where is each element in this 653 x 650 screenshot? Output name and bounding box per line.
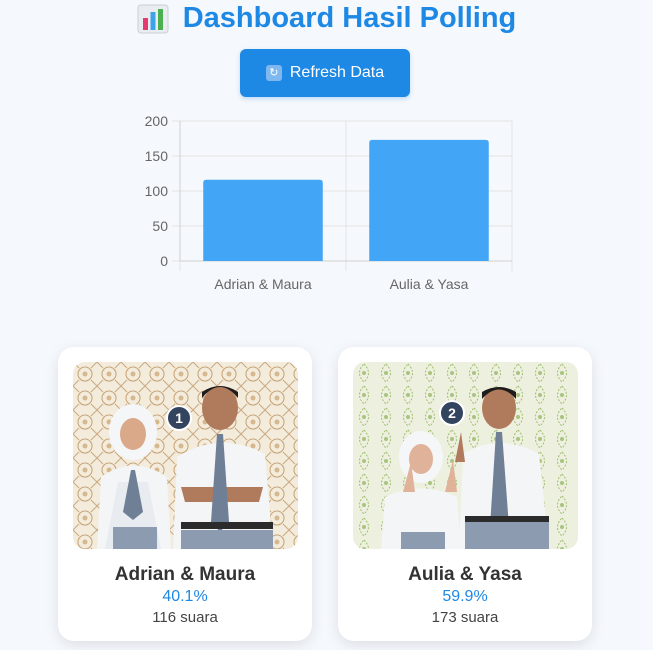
x-tick-label: Adrian & Maura [214, 276, 311, 292]
results-chart: 0 50 100 150 200 Adrian & Maura Aulia & Yasa [120, 108, 530, 298]
candidate-photo-1: 1 [73, 362, 298, 549]
bar-chart-icon [137, 4, 169, 33]
candidate-card-2: 2 Aulia & Yasa 59.9% 173 suara [338, 347, 592, 641]
page-title-text: Dashboard Hasil Polling [182, 2, 517, 34]
candidate-percent-2: 59.9% [442, 588, 488, 605]
candidate-name-2: Aulia & Yasa [408, 564, 522, 585]
refresh-data-label: Refresh Data [289, 64, 385, 81]
refresh-icon: ↻ [265, 65, 282, 81]
y-tick-label: 100 [145, 183, 169, 199]
bar-1 [203, 179, 323, 261]
candidate-number-badge-2: 2 [439, 400, 465, 426]
refresh-data-button[interactable]: ↻ Refresh Data [240, 49, 410, 97]
candidate-votes-1: 116 suara [152, 609, 218, 626]
y-tick-label: 0 [160, 253, 168, 269]
y-tick-label: 200 [145, 113, 169, 129]
y-tick-label: 50 [152, 218, 168, 234]
candidate-number-badge-1: 1 [166, 405, 192, 431]
y-tick-label: 150 [145, 148, 169, 164]
candidate-card-1: 1 Adrian & Maura 40.1% 116 suara [58, 347, 312, 641]
candidate-votes-2: 173 suara [431, 609, 499, 626]
candidate-percent-1: 40.1% [162, 588, 208, 605]
page-title: Dashboard Hasil Polling [0, 2, 653, 35]
dashboard-page: Dashboard Hasil Polling ↻ Refresh Data 0… [0, 0, 653, 650]
bar-2 [369, 139, 489, 261]
x-tick-label: Aulia & Yasa [390, 276, 469, 292]
candidate-number-2: 2 [448, 405, 456, 421]
candidate-number-1: 1 [175, 410, 183, 426]
results-bar-chart: 0 50 100 150 200 Adrian & Maura Aulia & Yasa [145, 113, 513, 292]
candidate-photo-2: 2 [353, 362, 578, 549]
candidate-name-1: Adrian & Maura [114, 564, 256, 585]
